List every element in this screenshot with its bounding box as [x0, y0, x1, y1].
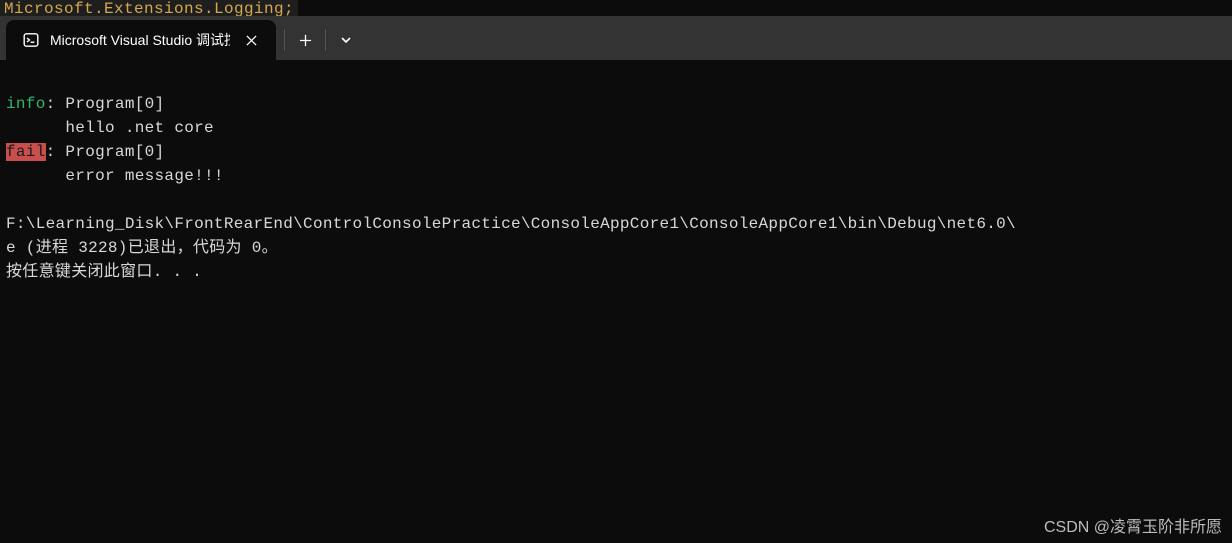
- log-text: : Program[0]: [46, 143, 165, 161]
- tab-title: Microsoft Visual Studio 调试控: [50, 30, 230, 50]
- log-text: : Program[0]: [46, 95, 165, 113]
- log-line: error message!!!: [6, 167, 224, 185]
- log-level-info: info: [6, 95, 46, 113]
- log-line: hello .net core: [6, 119, 214, 137]
- terminal-tab[interactable]: Microsoft Visual Studio 调试控: [6, 20, 276, 60]
- tab-actions: [284, 16, 364, 60]
- log-line: info: Program[0]: [6, 95, 164, 113]
- tab-separator: [284, 29, 285, 51]
- tab-dropdown-button[interactable]: [328, 22, 364, 58]
- watermark: CSDN @凌霄玉阶非所愿: [1044, 513, 1222, 537]
- log-path: F:\Learning_Disk\FrontRearEnd\ControlCon…: [6, 215, 1016, 233]
- log-level-fail: fail: [6, 143, 46, 161]
- log-exit: e (进程 3228)已退出，代码为 0。: [6, 239, 278, 257]
- terminal-output[interactable]: info: Program[0] hello .net core fail: P…: [0, 60, 1232, 543]
- tab-separator: [325, 29, 326, 51]
- window-titlebar: Microsoft Visual Studio 调试控: [0, 16, 1232, 60]
- log-prompt: 按任意键关闭此窗口. . .: [6, 263, 202, 281]
- tab-close-button[interactable]: [240, 29, 262, 51]
- terminal-icon: [22, 31, 40, 49]
- log-line: fail: Program[0]: [6, 143, 164, 161]
- new-tab-button[interactable]: [287, 22, 323, 58]
